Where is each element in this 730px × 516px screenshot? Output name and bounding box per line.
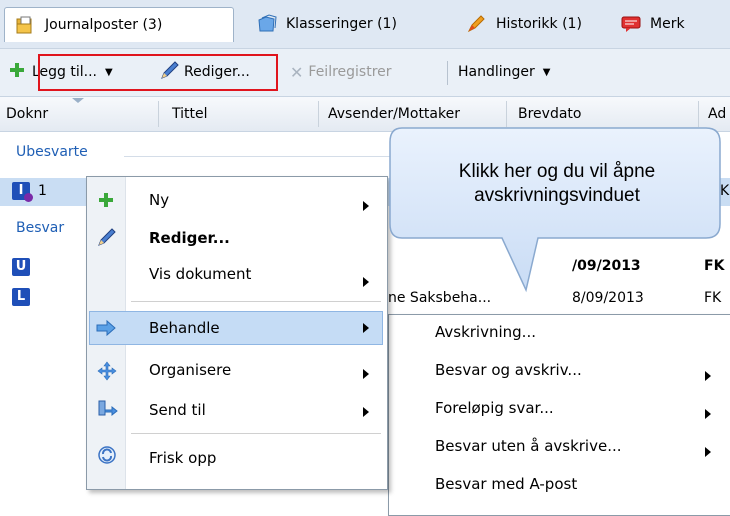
tab-label: Klasseringer (1) (286, 16, 397, 32)
tab-merknader[interactable]: Merk (610, 7, 730, 41)
folder-document-icon (15, 15, 35, 35)
send-icon (97, 399, 119, 419)
plus-icon (97, 191, 115, 209)
comment-icon (620, 14, 641, 34)
menu-item-rediger[interactable]: Rediger... (149, 229, 230, 247)
column-separator (698, 101, 699, 127)
plus-icon (8, 61, 26, 83)
group-header-answered[interactable]: Besvar (16, 220, 64, 236)
menu-separator (131, 301, 381, 302)
x-icon: ✕ (290, 62, 304, 82)
process-arrow-icon (95, 319, 117, 337)
type-badge-l: L (12, 288, 30, 306)
menu-item-behandle[interactable] (89, 311, 383, 345)
error-register-button[interactable]: ✕ Feilregistrer (290, 59, 392, 85)
menu-item-besvar-uten-avskrive[interactable]: Besvar uten å avskrive... (435, 437, 622, 455)
pencil-icon (97, 227, 117, 247)
submenu-arrow-icon (363, 369, 369, 379)
tab-klasseringer[interactable]: Klasseringer (1) (246, 7, 446, 41)
menu-item-forelopig-svar[interactable]: Foreløpig svar... (435, 399, 554, 417)
submenu-arrow-icon (705, 371, 711, 381)
callout-line-2: avskrivningsvinduet (474, 185, 640, 206)
tab-label: Merk (650, 16, 685, 32)
menu-item-frisk-opp[interactable]: Frisk opp (149, 449, 216, 467)
tab-historikk[interactable]: Historikk (1) (456, 7, 606, 41)
callout-bubble (389, 127, 721, 293)
folders-icon (256, 14, 277, 34)
menu-separator (131, 433, 381, 434)
actions-button[interactable]: Handlinger ▼ (458, 59, 550, 85)
column-separator (506, 101, 507, 127)
row-doknr: 1 (38, 183, 47, 199)
tab-label: Journalposter (3) (45, 17, 163, 33)
refresh-icon (97, 445, 117, 465)
sort-indicator-icon (72, 98, 84, 103)
column-tittel[interactable]: Tittel (166, 97, 312, 131)
menu-item-ny[interactable]: Ny (149, 191, 169, 209)
move-icon (97, 361, 117, 381)
behandle-submenu: Avskrivning... Besvar og avskriv... Fore… (388, 314, 730, 516)
context-menu: Ny Rediger... Vis dokument Behandle Orga… (86, 176, 388, 490)
chevron-down-icon: ▼ (542, 66, 551, 78)
tab-journalposter[interactable]: Journalposter (3) (4, 7, 234, 42)
menu-item-behandle-label: Behandle (149, 319, 220, 337)
type-badge-u: U (12, 258, 30, 276)
menu-item-vis-dokument[interactable]: Vis dokument (149, 265, 251, 283)
group-header-unanswered[interactable]: Ubesvarte (16, 144, 88, 160)
menu-item-send-til[interactable]: Send til (149, 401, 206, 419)
column-separator (158, 101, 159, 127)
submenu-arrow-icon (705, 409, 711, 419)
error-register-label: Feilregistrer (308, 64, 392, 80)
submenu-arrow-icon (363, 277, 369, 287)
menu-item-avskrivning[interactable]: Avskrivning... (435, 323, 536, 341)
highlight-frame (38, 54, 278, 91)
submenu-arrow-icon (363, 407, 369, 417)
menu-item-besvar-med-a-post[interactable]: Besvar med A-post (435, 475, 577, 493)
submenu-arrow-icon (705, 447, 711, 457)
column-separator (318, 101, 319, 127)
callout-text: Klikk her og du vil åpne avskrivningsvin… (392, 160, 722, 208)
group-divider (124, 156, 394, 157)
submenu-arrow-icon (363, 323, 369, 333)
menu-item-organisere[interactable]: Organisere (149, 361, 231, 379)
actions-label: Handlinger (458, 64, 535, 80)
callout-line-1: Klikk her og du vil åpne (458, 161, 656, 182)
menu-item-besvar-og-avskriv[interactable]: Besvar og avskriv... (435, 361, 582, 379)
pencil-brush-icon (466, 14, 486, 34)
toolbar-divider (447, 61, 448, 85)
tab-strip: Journalposter (3) Klasseringer (1) Histo… (0, 0, 730, 48)
warning-dot-icon (24, 193, 33, 202)
tab-label: Historikk (1) (496, 16, 582, 32)
submenu-arrow-icon (363, 201, 369, 211)
